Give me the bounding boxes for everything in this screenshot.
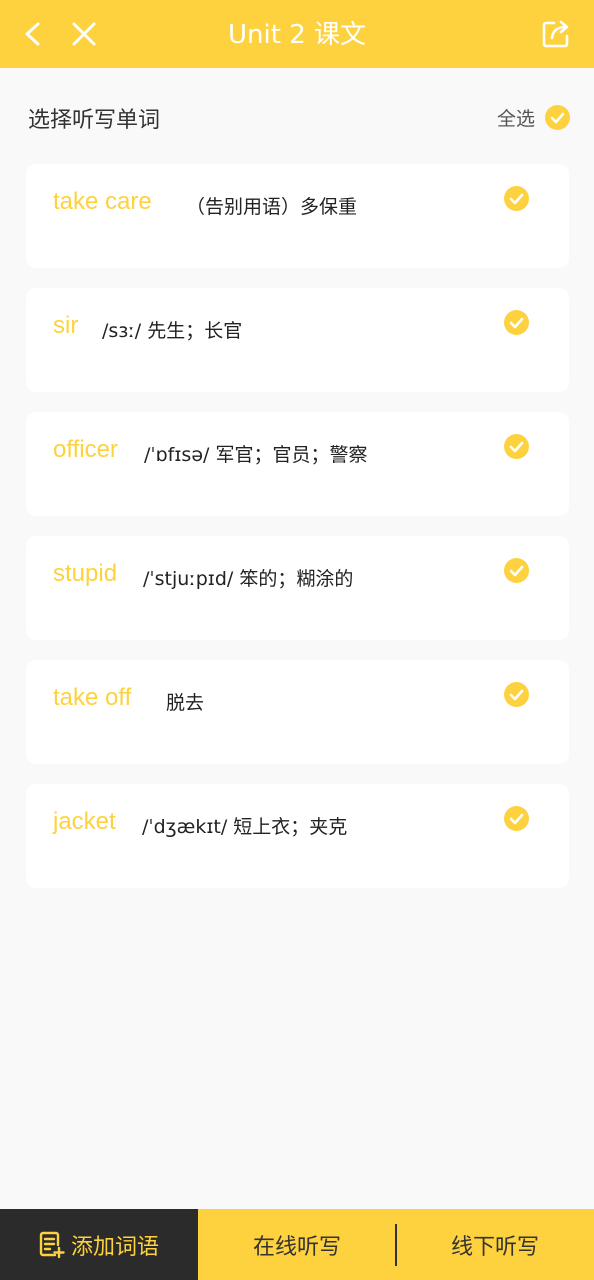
select-all-button[interactable]: 全选	[497, 104, 570, 130]
offline-dictation-button[interactable]: 线下听写	[396, 1209, 594, 1280]
word-text: take off	[53, 684, 132, 711]
check-circle-icon[interactable]	[504, 682, 529, 707]
word-text: officer	[53, 436, 118, 463]
page-title: Unit 2 课文	[228, 20, 366, 50]
word-meaning: （告别用语）多保重	[186, 196, 358, 218]
word-text: sir	[53, 312, 79, 339]
word-card[interactable]: officer /ˈɒfɪsə/ 军官；官员；警察	[26, 412, 569, 516]
check-circle-icon[interactable]	[504, 310, 529, 335]
word-card[interactable]: jacket /ˈdʒækɪt/ 短上衣；夹克	[26, 784, 569, 888]
word-text: take care	[53, 188, 152, 215]
top-bar: Unit 2 课文	[0, 0, 594, 68]
word-selection-header: 选择听写单词 全选	[0, 92, 594, 142]
add-words-button[interactable]: 添加词语	[0, 1209, 198, 1280]
word-meaning: /ˈɒfɪsə/ 军官；官员；警察	[144, 444, 368, 466]
word-card[interactable]: take off 脱去	[26, 660, 569, 764]
add-note-icon	[39, 1231, 65, 1258]
check-circle-icon[interactable]	[504, 186, 529, 211]
bottom-action-bar: 添加词语 在线听写 线下听写	[0, 1209, 594, 1280]
section-title: 选择听写单词	[28, 108, 161, 133]
check-circle-icon[interactable]	[504, 806, 529, 831]
share-icon[interactable]	[540, 18, 572, 50]
select-all-label: 全选	[496, 107, 535, 130]
check-circle-icon[interactable]	[504, 558, 529, 583]
word-card[interactable]: sir /sɜː/ 先生；长官	[26, 288, 569, 392]
online-dictation-button[interactable]: 在线听写	[198, 1209, 396, 1280]
word-text: jacket	[53, 808, 116, 835]
word-list: take care （告别用语）多保重 sir /sɜː/ 先生；长官 offi…	[26, 164, 569, 908]
word-meaning: /ˈstjuːpɪd/ 笨的；糊涂的	[143, 568, 354, 590]
check-circle-icon	[545, 104, 570, 130]
word-meaning: /sɜː/ 先生；长官	[102, 320, 243, 342]
word-text: stupid	[53, 560, 118, 587]
check-circle-icon[interactable]	[504, 434, 529, 459]
word-meaning: 脱去	[166, 692, 205, 714]
word-card[interactable]: stupid /ˈstjuːpɪd/ 笨的；糊涂的	[26, 536, 569, 640]
word-meaning: /ˈdʒækɪt/ 短上衣；夹克	[142, 816, 348, 838]
add-words-label: 添加词语	[70, 1234, 159, 1260]
word-card[interactable]: take care （告别用语）多保重	[26, 164, 569, 268]
